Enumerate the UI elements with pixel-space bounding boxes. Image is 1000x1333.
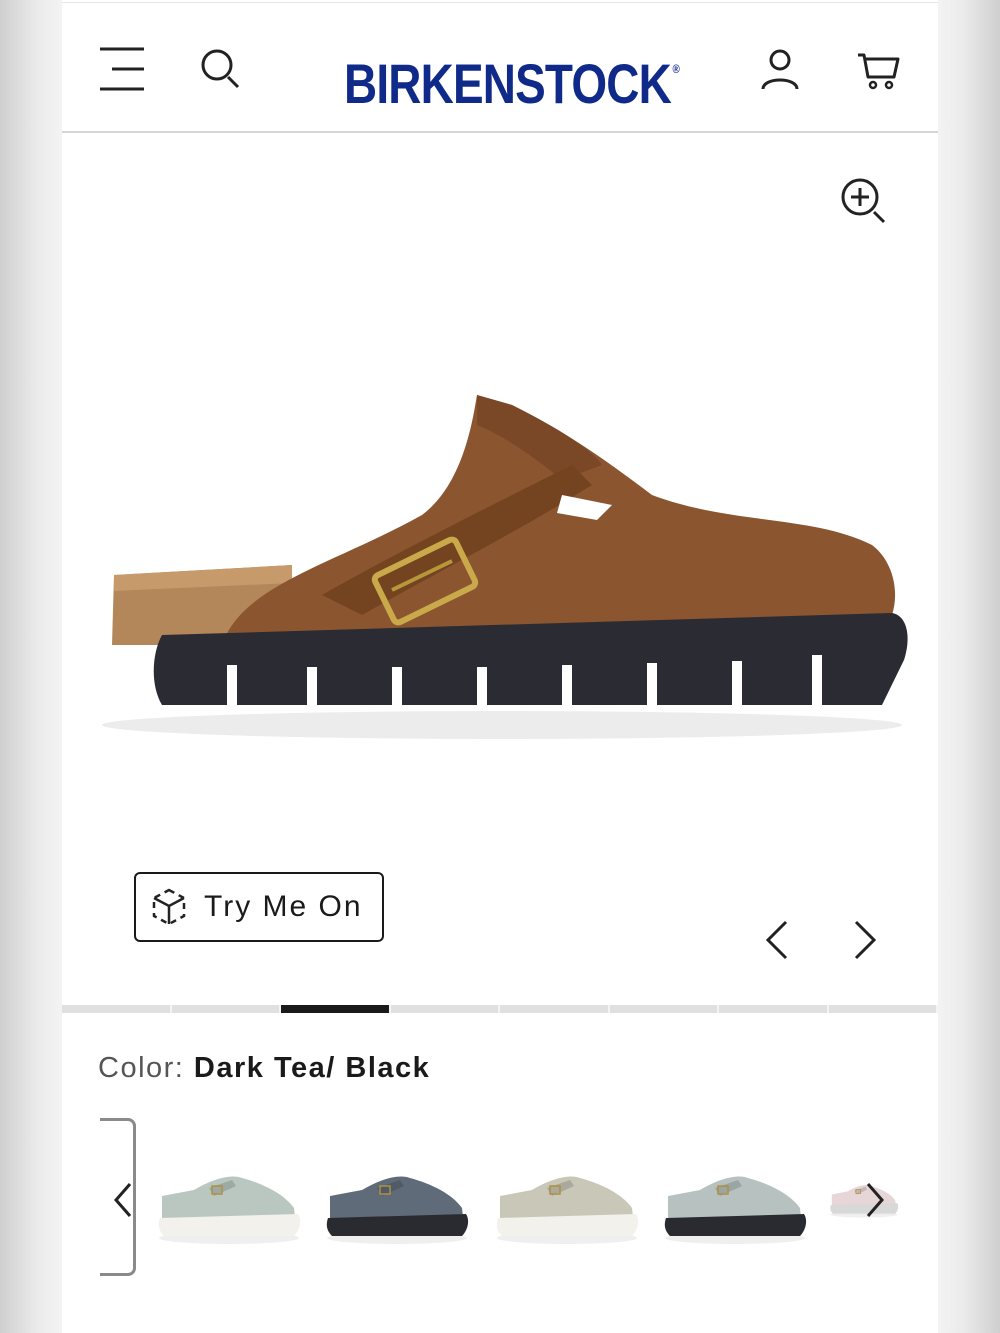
swatch-chevron-left-icon[interactable]	[108, 1178, 138, 1222]
menu-icon[interactable]	[98, 45, 146, 93]
progress-segment	[281, 1005, 391, 1013]
color-value: Dark Tea/ Black	[193, 1052, 431, 1084]
ar-cube-icon	[152, 888, 186, 926]
color-swatch-carousel	[100, 1118, 900, 1278]
color-swatch[interactable]	[154, 1138, 304, 1248]
try-me-on-button[interactable]: Try Me On	[134, 872, 384, 942]
progress-segment	[829, 1005, 938, 1013]
try-me-on-label: Try Me On	[204, 890, 363, 923]
progress-segment	[172, 1005, 281, 1013]
progress-segment	[391, 1005, 500, 1013]
product-image-gallery[interactable]: Try Me On	[62, 135, 938, 1005]
gallery-progress-bar	[62, 1005, 938, 1013]
account-icon[interactable]	[756, 47, 804, 95]
chevron-right-icon[interactable]	[844, 915, 884, 965]
color-swatch[interactable]	[492, 1138, 642, 1248]
brand-name: BIRKENSTOCK	[344, 52, 672, 115]
chevron-left-icon[interactable]	[758, 915, 798, 965]
progress-segment	[500, 1005, 610, 1013]
background-blur-left	[0, 0, 62, 1333]
color-label: Color:	[98, 1052, 185, 1084]
product-image	[102, 395, 908, 739]
registered-mark: ®	[672, 62, 680, 76]
progress-segment	[719, 1005, 829, 1013]
site-header: BIRKENSTOCK ®	[62, 3, 938, 133]
brand-logo[interactable]: BIRKENSTOCK ®	[344, 37, 680, 115]
zoom-in-icon[interactable]	[838, 175, 892, 229]
search-icon[interactable]	[198, 45, 246, 93]
selected-color: Color: Dark Tea/ Black	[98, 1052, 430, 1088]
product-page: BIRKENSTOCK ® Try Me On Color: Dark Tea/…	[62, 0, 938, 1333]
color-swatch[interactable]	[660, 1138, 810, 1248]
background-blur-right	[938, 0, 1000, 1333]
swatch-chevron-right-icon[interactable]	[860, 1178, 890, 1222]
progress-segment	[610, 1005, 719, 1013]
color-swatch[interactable]	[322, 1138, 472, 1248]
progress-segment	[62, 1005, 172, 1013]
cart-icon[interactable]	[854, 47, 902, 95]
